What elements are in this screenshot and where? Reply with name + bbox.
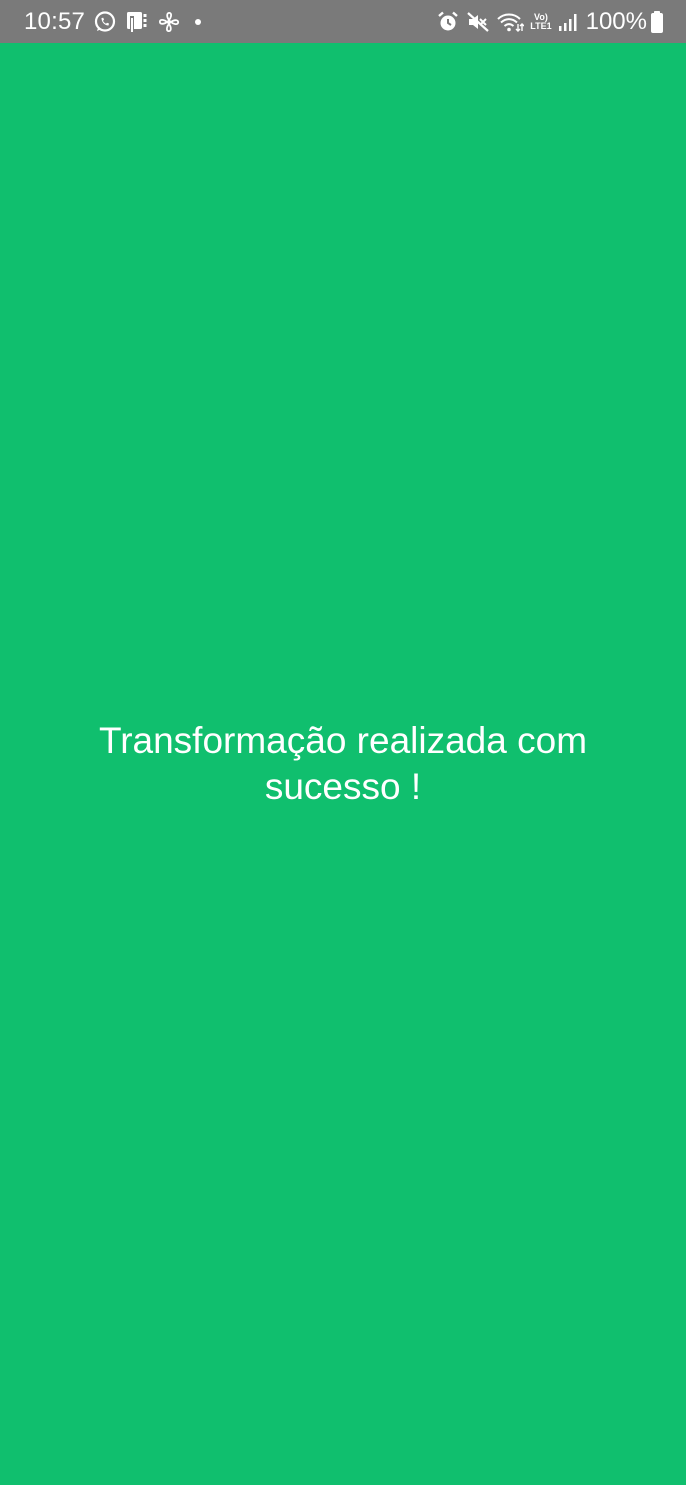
success-message-line-2: sucesso ! — [264, 766, 422, 807]
status-time: 10:57 — [24, 7, 86, 35]
status-bar-left: 10:57 — [24, 7, 202, 36]
success-message: Transformação realizada com sucesso ! — [40, 718, 646, 810]
battery-icon — [650, 10, 664, 34]
alarm-icon — [436, 10, 460, 34]
success-message-line-1: Transformação realizada com — [98, 720, 588, 761]
mute-icon — [466, 10, 490, 34]
whatsapp-icon — [93, 10, 117, 34]
notification-dot — [195, 18, 202, 25]
volte-bottom-label: LTE1 — [530, 20, 552, 31]
status-bar-right: Vo) LTE1 100% — [436, 8, 664, 36]
battery-percentage: 100% — [585, 7, 647, 35]
sim-card-icon — [125, 10, 149, 34]
fan-icon — [157, 10, 181, 34]
wifi-icon — [496, 10, 525, 34]
app-screen: 10:57 Vo) LTE1 100% Transformação realiz… — [0, 0, 686, 1485]
signal-icon — [558, 12, 578, 32]
status-bar: 10:57 Vo) LTE1 100% — [0, 0, 686, 43]
volte-icon: Vo) LTE1 — [530, 12, 552, 31]
